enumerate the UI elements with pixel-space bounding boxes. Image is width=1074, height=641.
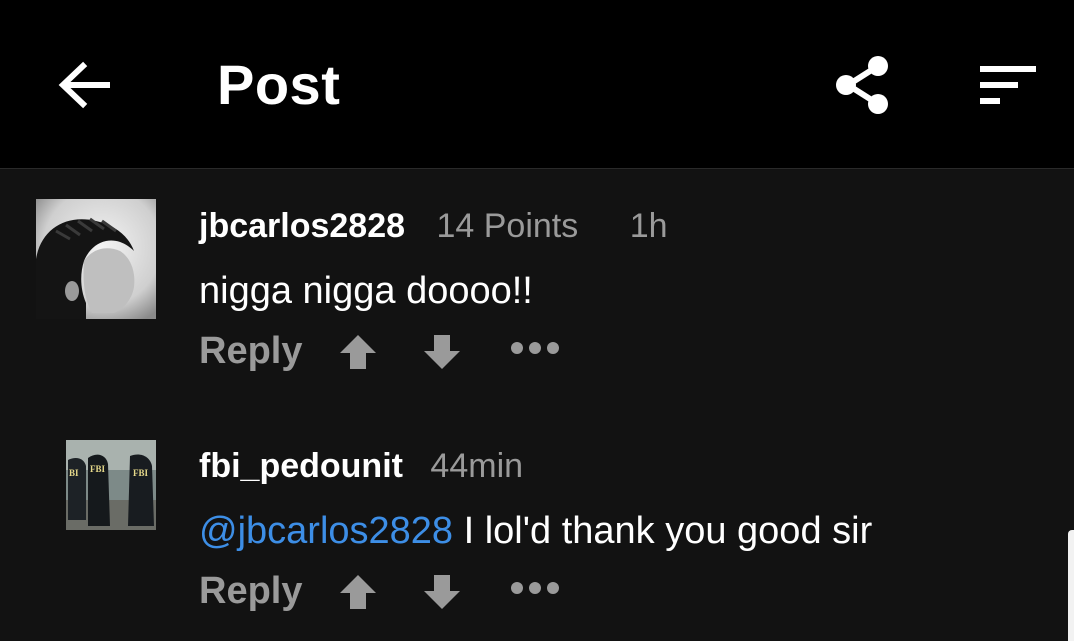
reply-button[interactable]: Reply (199, 566, 302, 616)
comment-meta: fbi_pedounit 44min (199, 446, 523, 486)
downvote-icon[interactable] (423, 574, 461, 610)
share-button[interactable] (832, 52, 896, 118)
upvote-icon[interactable] (339, 574, 377, 610)
downvote-icon[interactable] (423, 334, 461, 370)
svg-text:BI: BI (69, 468, 79, 478)
comment-meta: jbcarlos2828 14 Points 1h (199, 206, 668, 246)
sort-button[interactable] (978, 62, 1038, 108)
timestamp: 1h (629, 207, 668, 245)
sort-icon (980, 66, 1036, 104)
username[interactable]: jbcarlos2828 (199, 207, 405, 245)
scrollbar[interactable] (1068, 530, 1074, 641)
comment-actions: Reply (199, 566, 579, 616)
more-options-icon[interactable] (510, 340, 560, 356)
back-button[interactable] (55, 58, 113, 112)
avatar-photo (36, 199, 156, 319)
comment-actions: Reply (199, 326, 579, 376)
app-bar: Post (0, 0, 1074, 169)
more-options-icon[interactable] (510, 580, 560, 596)
avatar[interactable] (36, 199, 156, 319)
page-title: Post (217, 53, 341, 116)
comment-text: nigga nigga doooo!! (199, 270, 533, 312)
arrow-left-icon (58, 61, 110, 109)
comment: jbcarlos2828 14 Points 1h nigga nigga do… (0, 168, 1074, 398)
comment-text-content: I lol'd thank you good sir (453, 510, 873, 552)
avatar-photo: BI FBI FBI (66, 440, 156, 530)
comment-text: @jbcarlos2828 I lol'd thank you good sir (199, 508, 872, 554)
svg-text:FBI: FBI (90, 464, 106, 474)
timestamp: 44min (430, 447, 524, 485)
points-label: 14 Points (436, 207, 579, 245)
avatar[interactable]: BI FBI FBI (66, 440, 156, 530)
share-icon (836, 56, 888, 114)
reply-button[interactable]: Reply (199, 326, 302, 376)
svg-text:FBI: FBI (133, 468, 149, 478)
comment-reply: BI FBI FBI fbi_pedounit 44min @jbcarlos2… (0, 430, 1074, 641)
upvote-icon[interactable] (339, 334, 377, 370)
user-mention[interactable]: @jbcarlos2828 (199, 510, 453, 552)
username[interactable]: fbi_pedounit (199, 447, 403, 485)
